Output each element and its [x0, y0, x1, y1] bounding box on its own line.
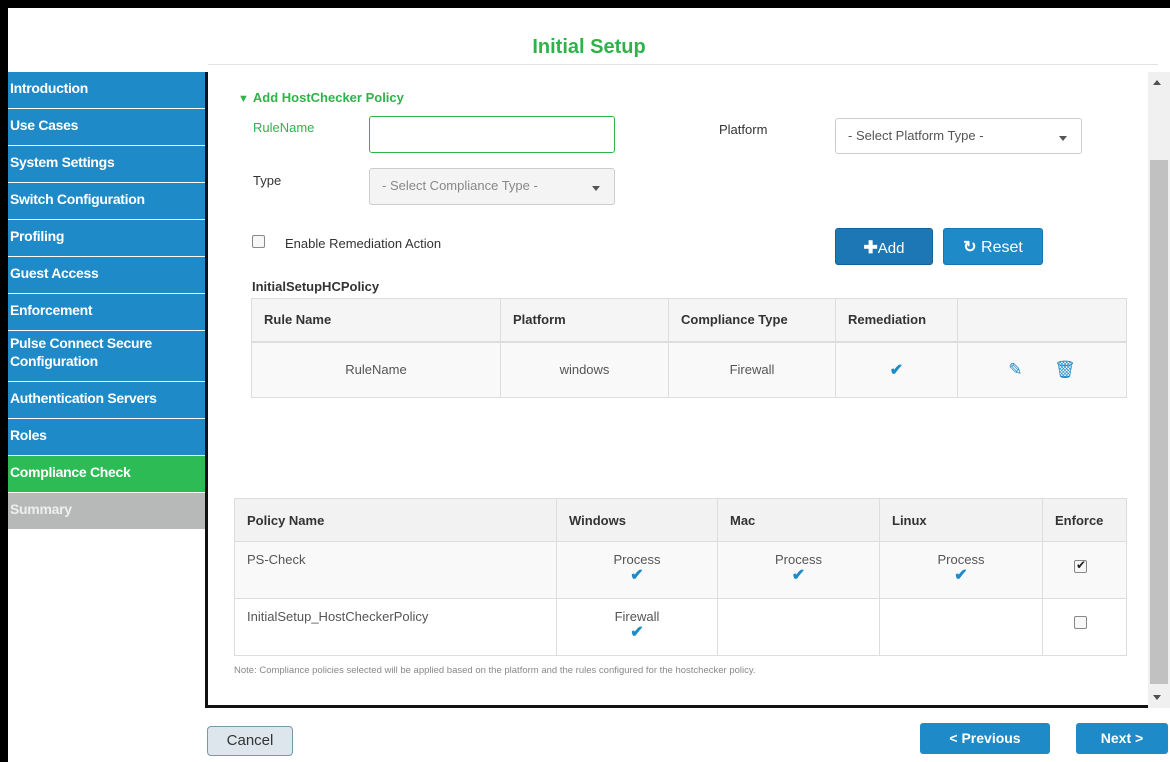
- sidebar-item-guest-access[interactable]: Guest Access: [8, 257, 205, 294]
- sidebar-item-authentication-servers[interactable]: Authentication Servers: [8, 382, 205, 419]
- cell-mac-value: Process: [775, 552, 822, 567]
- vertical-scrollbar[interactable]: [1148, 72, 1170, 708]
- section-title: Add HostChecker Policy: [252, 90, 404, 105]
- enforce-checkbox[interactable]: [1074, 616, 1087, 629]
- sidebar-item-summary: Summary: [8, 493, 205, 530]
- checkmark-icon: ✔: [791, 567, 806, 584]
- platform-select[interactable]: - Select Platform Type -: [835, 118, 1082, 154]
- cell-windows: Process ✔: [556, 541, 718, 599]
- column-header-linux: Linux: [879, 498, 1043, 542]
- checkmark-icon: ✔: [954, 567, 968, 584]
- scroll-down-arrow-icon[interactable]: [1153, 695, 1161, 700]
- reset-button[interactable]: ↻ Reset: [943, 228, 1043, 265]
- compliance-type-select[interactable]: - Select Compliance Type -: [369, 168, 615, 205]
- wizard-sidebar: Introduction Use Cases System Settings S…: [8, 72, 205, 530]
- cell-compliance-type: Firewall: [668, 341, 836, 398]
- table-row: PS-Check Process ✔ Process ✔ Process ✔: [234, 541, 1127, 599]
- platform-select-value: - Select Platform Type -: [848, 128, 984, 143]
- cell-rule-name: RuleName: [251, 341, 501, 398]
- column-header-windows: Windows: [556, 498, 718, 542]
- column-header-platform: Platform: [500, 298, 669, 343]
- column-header-actions: [957, 298, 1127, 343]
- cell-mac: Process ✔: [717, 541, 880, 599]
- cell-policy-name: InitialSetup_HostCheckerPolicy: [234, 598, 557, 656]
- column-header-rule-name: Rule Name: [251, 298, 501, 343]
- sidebar-item-switch-configuration[interactable]: Switch Configuration: [8, 183, 205, 220]
- refresh-icon: ↻: [963, 239, 977, 256]
- sidebar-item-use-cases[interactable]: Use Cases: [8, 109, 205, 146]
- cell-windows: Firewall ✔: [556, 598, 718, 656]
- cell-enforce: [1042, 598, 1127, 656]
- cell-actions: ✎ 🗑: [957, 341, 1127, 398]
- hc-rules-table: Rule Name Platform Compliance Type Remed…: [251, 298, 1127, 398]
- sidebar-item-roles[interactable]: Roles: [8, 419, 205, 456]
- compliance-note: Note: Compliance policies selected will …: [234, 665, 756, 676]
- checkmark-icon: ✔: [889, 361, 904, 379]
- sidebar-item-enforcement[interactable]: Enforcement: [8, 294, 205, 331]
- sidebar-item-introduction[interactable]: Introduction: [8, 72, 205, 109]
- cell-linux: [879, 598, 1043, 656]
- cell-linux: Process ✔: [879, 541, 1043, 599]
- previous-button[interactable]: < Previous: [920, 723, 1050, 754]
- plus-icon: ✚: [863, 238, 878, 257]
- sidebar-item-system-settings[interactable]: System Settings: [8, 146, 205, 183]
- caret-down-icon: [592, 186, 600, 191]
- column-header-remediation: Remediation: [835, 298, 958, 343]
- cell-platform: windows: [500, 341, 669, 398]
- checkmark-icon: ✔: [630, 567, 644, 584]
- sidebar-item-pulse-connect-secure[interactable]: Pulse Connect Secure Configuration: [8, 331, 205, 382]
- type-label: Type: [253, 173, 282, 188]
- platform-label: Platform: [719, 122, 768, 137]
- checkmark-icon: ✔: [630, 624, 644, 641]
- sidebar-item-profiling[interactable]: Profiling: [8, 220, 205, 257]
- hc-policy-title: InitialSetupHCPolicy: [252, 279, 380, 294]
- column-header-enforce: Enforce: [1042, 498, 1127, 542]
- compliance-policies-table: Policy Name Windows Mac Linux Enforce PS…: [234, 498, 1127, 656]
- enable-remediation-checkbox[interactable]: [252, 235, 265, 248]
- cell-linux-value: Process: [937, 552, 985, 567]
- page-title: Initial Setup: [532, 36, 646, 58]
- column-header-mac: Mac: [717, 498, 880, 542]
- title-divider: [208, 64, 1158, 65]
- cell-mac: [717, 598, 880, 656]
- table-row: InitialSetup_HostCheckerPolicy Firewall ✔: [234, 598, 1127, 656]
- reset-button-label: Reset: [981, 239, 1023, 256]
- trash-icon[interactable]: 🗑: [1054, 360, 1076, 379]
- scrollbar-thumb[interactable]: [1150, 160, 1168, 684]
- add-hostchecker-section-toggle[interactable]: ▼ Add HostChecker Policy: [238, 90, 404, 105]
- next-button[interactable]: Next >: [1076, 723, 1168, 754]
- cell-remediation: ✔: [835, 341, 958, 398]
- cell-policy-name: PS-Check: [234, 541, 557, 599]
- add-button[interactable]: ✚Add: [835, 228, 933, 265]
- cell-enforce: [1042, 541, 1127, 599]
- table-row: RuleName windows Firewall ✔ ✎ 🗑: [251, 341, 1127, 398]
- rule-name-label: RuleName: [253, 120, 315, 135]
- chevron-down-icon: ▼: [238, 93, 249, 105]
- sidebar-item-compliance-check[interactable]: Compliance Check: [8, 456, 205, 493]
- scroll-up-arrow-icon[interactable]: [1153, 80, 1161, 85]
- column-header-compliance-type: Compliance Type: [668, 298, 836, 343]
- add-button-label: Add: [877, 240, 905, 257]
- cell-windows-value: Firewall: [614, 609, 660, 624]
- caret-down-icon: [1059, 136, 1067, 141]
- cancel-button[interactable]: Cancel: [207, 726, 293, 756]
- compliance-type-select-value: - Select Compliance Type -: [382, 178, 538, 193]
- column-header-policy-name: Policy Name: [234, 498, 557, 542]
- rule-name-input[interactable]: [369, 116, 615, 153]
- enable-remediation-label: Enable Remediation Action: [285, 236, 442, 251]
- cell-windows-value: Process: [613, 552, 661, 567]
- pencil-icon[interactable]: ✎: [1008, 360, 1022, 379]
- enforce-checkbox[interactable]: [1074, 558, 1087, 573]
